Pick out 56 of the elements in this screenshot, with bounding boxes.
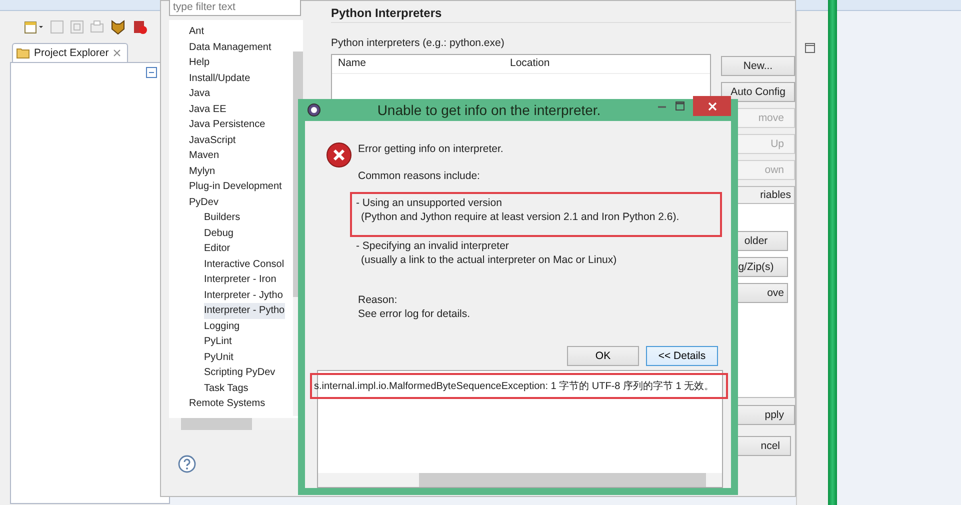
folder-icon [16,47,30,59]
maximize-icon[interactable] [805,43,815,53]
tree-item[interactable]: Help [189,55,210,70]
collapse-all-icon[interactable] [146,67,157,78]
dialog-title: Unable to get info on the interpreter. [376,102,602,118]
interpreters-label: Python interpreters (e.g.: python.exe) [331,37,506,49]
tree-item[interactable]: Interpreter - Iron [204,272,276,288]
tree-item[interactable]: Interactive Consol [204,256,284,272]
reason-text: - Specifying an invalid interpreter (usually a link to the actual interpreter on Mac or Linux) [355,239,618,268]
close-icon [708,102,716,110]
dialog-button[interactable]: New... [721,56,795,76]
tree-item[interactable]: PyDev [189,194,218,210]
tree-item[interactable]: Remote Systems [189,396,266,412]
dialog-button[interactable]: << Details [646,346,718,366]
tree-item[interactable]: Java Persistence [189,117,266,132]
tab-label: Project Explorer [34,47,109,59]
tree-item[interactable]: Java [189,86,210,102]
reasons-intro: Common reasons include: [358,169,481,183]
close-button[interactable] [693,96,731,116]
tree-item[interactable]: JavaScript [189,132,236,148]
tree-item[interactable]: Task Tags [204,380,248,396]
tree-item[interactable]: Interpreter - Jytho [204,288,283,303]
reason-text: See error log for details. [358,307,472,321]
column-header[interactable]: Name [332,55,504,73]
tree-item[interactable]: Builders [204,210,240,226]
dialog-button[interactable]: Auto Config [721,82,795,102]
new-file-icon[interactable] [24,20,44,34]
scrollbar[interactable] [318,473,722,487]
error-icon [326,142,352,168]
column-header[interactable]: Location [504,55,676,73]
tree-item[interactable]: Mylyn [189,164,216,179]
close-icon[interactable] [112,49,121,57]
gear-icon [307,103,321,117]
tree-item[interactable]: Java EE [189,102,226,117]
tree-item[interactable]: Logging [204,318,240,334]
tree-item[interactable]: Interpreter - Pytho [204,303,285,318]
tree-item[interactable]: Scripting PyDev [204,365,276,380]
help-icon[interactable] [178,455,196,473]
maximize-icon[interactable] [675,101,685,111]
project-explorer-tab[interactable]: Project Explorer [12,43,128,62]
error-message: Error getting info on interpreter. [358,142,504,156]
tree-item[interactable]: PyLint [204,334,232,350]
details-text: s.internal.impl.io.MalformedByteSequenceException: 1 字节的 UTF-8 序列的字节 1 无效。 [310,373,728,399]
tree-item[interactable]: PyUnit [204,350,234,365]
tree-item[interactable]: Editor [204,241,230,256]
dialog-button[interactable]: OK [567,346,639,366]
reason-label: Reason: [358,293,398,307]
tree-item[interactable]: Ant [189,24,204,40]
page-title: Python Interpreters [331,6,791,23]
reason-text: - Using an unsupported version (Python and Jython require at least version 2.1 and Iron Python 2.6). [350,192,722,237]
tree-item[interactable]: Install/Update [189,70,250,86]
tree-item[interactable]: Plug-in Development [189,179,282,194]
tree-item[interactable]: Maven [189,148,220,164]
filter-field[interactable]: type filter text [169,0,301,16]
tree-item[interactable]: Debug [204,226,234,241]
tree-item[interactable]: Data Management [189,40,272,55]
